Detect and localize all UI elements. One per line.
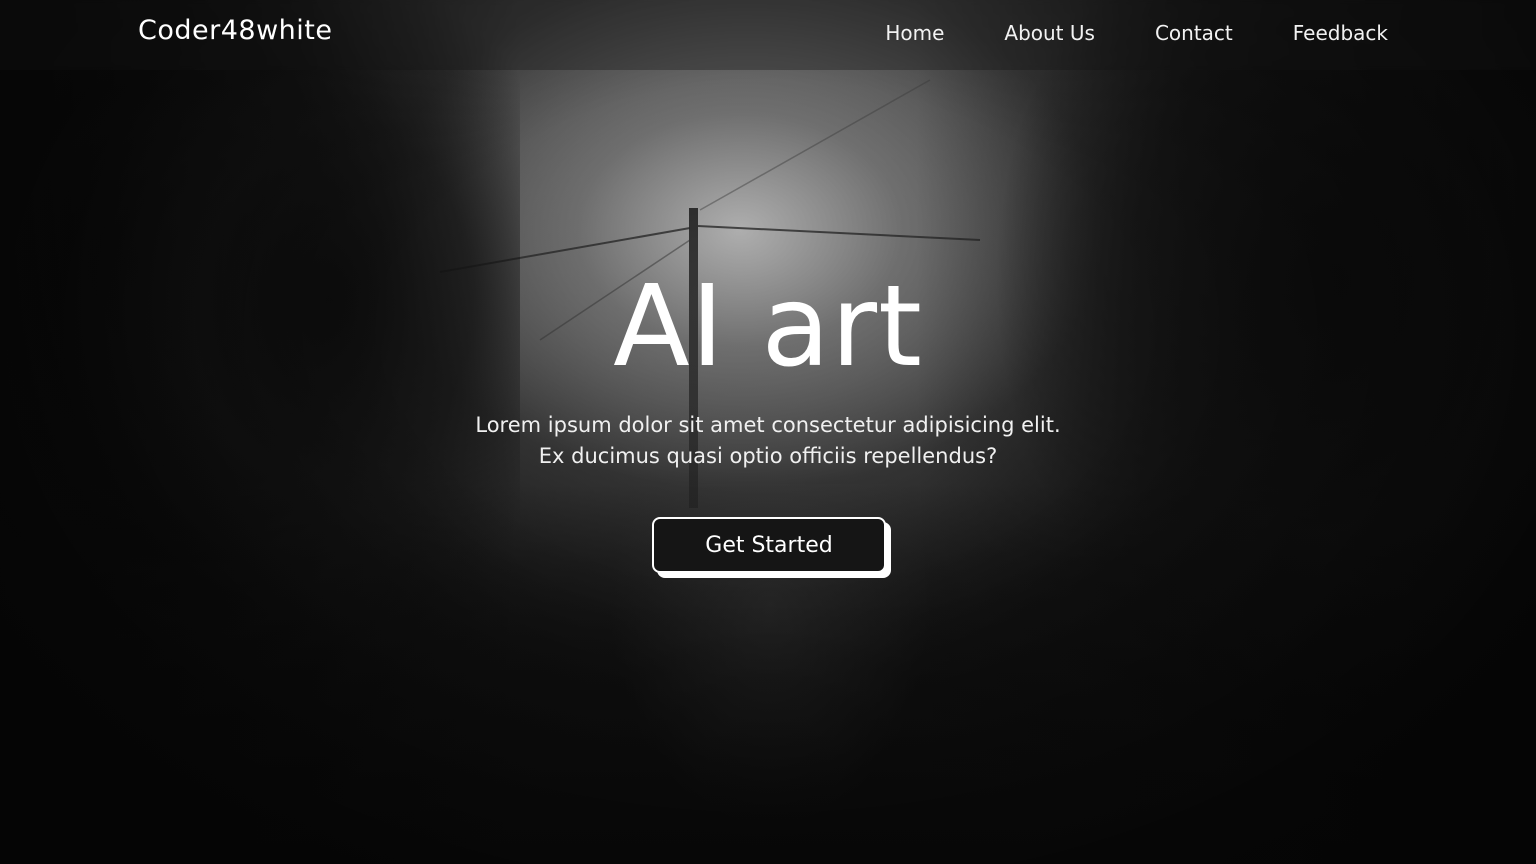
landing-page: Coder48white Home About Us Contact Feedb… xyxy=(0,0,1536,864)
top-navbar: Coder48white Home About Us Contact Feedb… xyxy=(0,0,1536,70)
site-logo[interactable]: Coder48white xyxy=(138,15,332,46)
get-started-button-wrapper: Get Started xyxy=(652,517,891,578)
nav-link-feedback[interactable]: Feedback xyxy=(1293,21,1388,45)
nav-link-home[interactable]: Home xyxy=(885,21,944,45)
nav-link-contact[interactable]: Contact xyxy=(1155,21,1233,45)
nav-link-about-us[interactable]: About Us xyxy=(1004,21,1095,45)
hero-subtitle-line-1: Lorem ipsum dolor sit amet consectetur a… xyxy=(475,413,1061,437)
hero-subtitle: Lorem ipsum dolor sit amet consectetur a… xyxy=(0,410,1536,472)
hero-title: AI art xyxy=(613,262,923,392)
hero-subtitle-line-2: Ex ducimus quasi optio officiis repellen… xyxy=(538,444,998,468)
hero-section: AI art Lorem ipsum dolor sit amet consec… xyxy=(0,262,1536,472)
main-nav: Home About Us Contact Feedback xyxy=(885,21,1388,45)
get-started-button[interactable]: Get Started xyxy=(652,517,886,573)
